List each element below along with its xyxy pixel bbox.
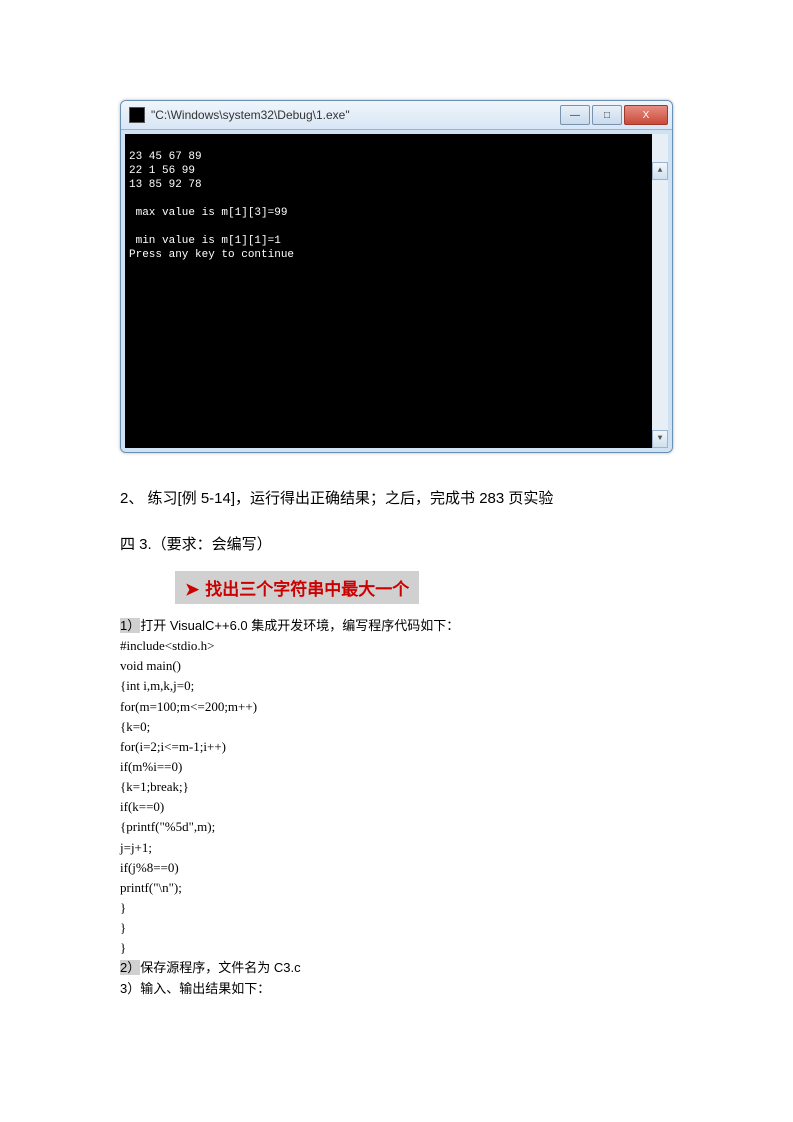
maximize-button[interactable]: □	[592, 105, 622, 125]
step-3: 3）输入、输出结果如下：	[120, 979, 673, 999]
code-line: }	[120, 898, 673, 918]
highlight-title: ➤ 找出三个字符串中最大一个	[175, 571, 419, 604]
step-number: 1）	[120, 618, 140, 633]
code-line: for(i=2;i<=m-1;i++)	[120, 737, 673, 757]
exercise-text-line1: 2、 练习[例 5-14]，运行得出正确结果；之后，完成书 283 页实验	[120, 481, 673, 517]
code-line: j=j+1;	[120, 838, 673, 858]
code-line: for(m=100;m<=200;m++)	[120, 697, 673, 717]
vertical-scrollbar[interactable]: ▲ ▼	[652, 134, 668, 448]
step-text: 打开 VisualC++6.0 集成开发环境，编写程序代码如下：	[140, 618, 459, 633]
app-icon	[129, 107, 145, 123]
code-line: }	[120, 938, 673, 958]
code-line: void main()	[120, 656, 673, 676]
code-line: printf("\n");	[120, 878, 673, 898]
code-line: {printf("%5d",m);	[120, 817, 673, 837]
code-line: {k=1;break;}	[120, 777, 673, 797]
close-button[interactable]: X	[624, 105, 668, 125]
step-text: 保存源程序，文件名为 C3.c	[140, 960, 300, 975]
step-number: 2）	[120, 960, 140, 975]
step-number: 3）	[120, 981, 140, 996]
code-block: #include<stdio.h> void main() {int i,m,k…	[120, 636, 673, 958]
code-line: if(m%i==0)	[120, 757, 673, 777]
code-line: }	[120, 918, 673, 938]
console-line: 23 45 67 89	[129, 151, 202, 163]
step-text: 输入、输出结果如下：	[140, 981, 270, 996]
highlight-text: 找出三个字符串中最大一个	[205, 580, 409, 599]
code-line: if(k==0)	[120, 797, 673, 817]
window-title: "C:\Windows\system32\Debug\1.exe"	[151, 108, 558, 122]
minimize-button[interactable]: —	[560, 105, 590, 125]
console-line: Press any key to continue	[129, 249, 294, 261]
console-line: min value is m[1][1]=1	[129, 235, 281, 247]
exercise-text-line2: 四 3.（要求：会编写）	[120, 527, 673, 563]
scroll-down-button[interactable]: ▼	[652, 430, 668, 448]
console-line: max value is m[1][3]=99	[129, 207, 287, 219]
arrow-icon: ➤	[185, 580, 199, 599]
step-1: 1）打开 VisualC++6.0 集成开发环境，编写程序代码如下：	[120, 616, 673, 636]
code-line: {int i,m,k,j=0;	[120, 676, 673, 696]
code-line: #include<stdio.h>	[120, 636, 673, 656]
console-line: 13 85 92 78	[129, 179, 202, 191]
console-window: "C:\Windows\system32\Debug\1.exe" — □ X …	[120, 100, 673, 453]
code-line: {k=0;	[120, 717, 673, 737]
console-line: 22 1 56 99	[129, 165, 195, 177]
step-2: 2）保存源程序，文件名为 C3.c	[120, 958, 673, 978]
scroll-up-button[interactable]: ▲	[652, 162, 668, 180]
code-line: if(j%8==0)	[120, 858, 673, 878]
console-output: 23 45 67 89 22 1 56 99 13 85 92 78 max v…	[125, 134, 668, 448]
window-titlebar[interactable]: "C:\Windows\system32\Debug\1.exe" — □ X	[121, 101, 672, 130]
